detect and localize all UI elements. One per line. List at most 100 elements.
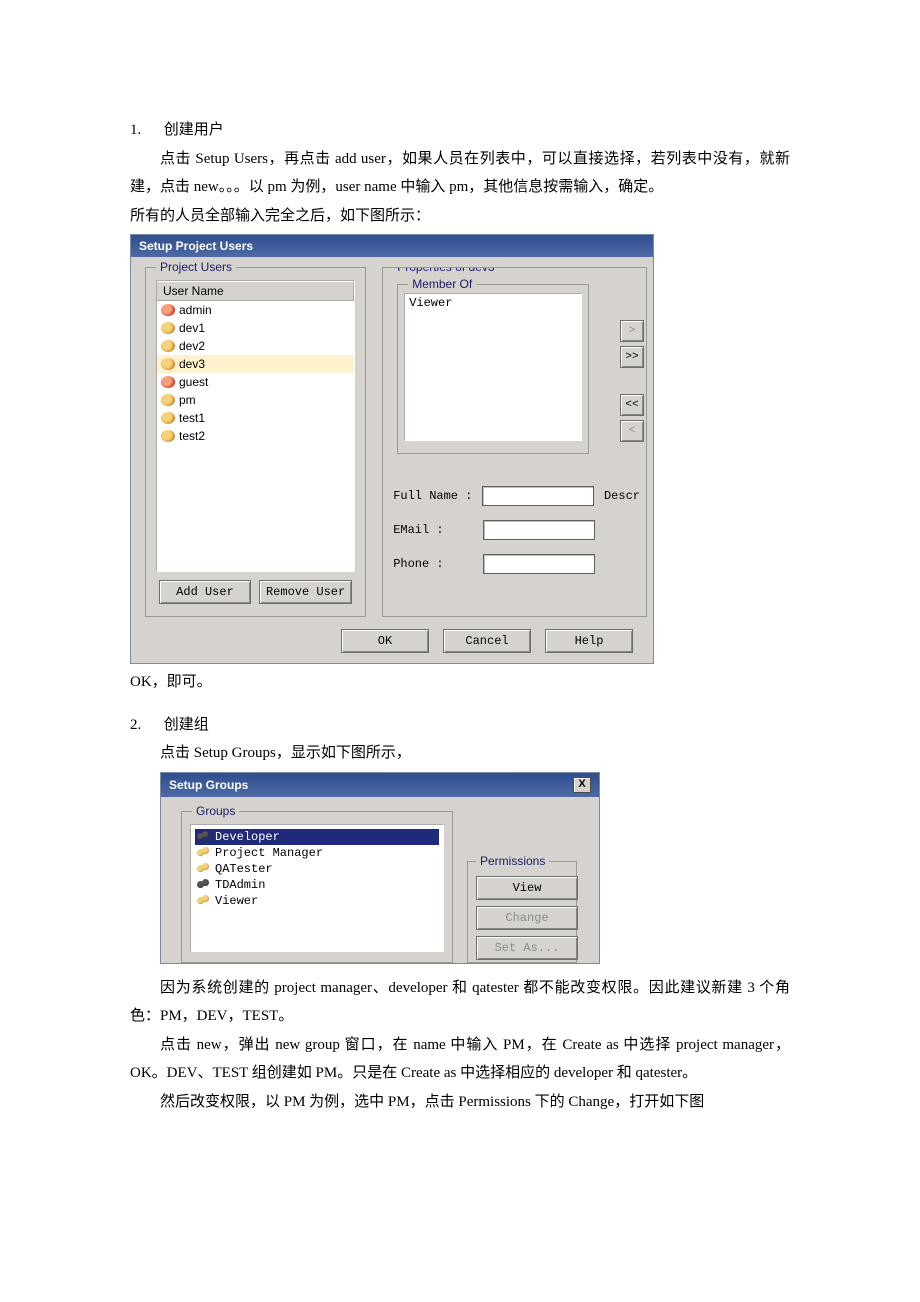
user-list-row[interactable]: admin [157,301,354,319]
group-icon [197,895,211,907]
fullname-row: Full Name : Descr [393,486,640,506]
user-name-label: dev2 [179,339,205,353]
user-name-label: dev3 [179,357,205,371]
project-users-legend: Project Users [156,260,236,274]
document-page: 1. 创建用户 点击 Setup Users，再点击 add user，如果人员… [0,0,920,1302]
user-list-row[interactable]: test2 [157,427,354,445]
phone-input[interactable] [483,554,595,574]
user-list-row[interactable]: dev2 [157,337,354,355]
phone-label: Phone : [393,557,479,571]
user-list[interactable]: User Name admin dev1 dev2 dev3 guest pm test1 t… [156,280,355,572]
remove-user-button[interactable]: Remove User [259,580,352,604]
email-label: EMail : [393,523,479,537]
group-name-label: Viewer [215,894,258,908]
section2-heading: 2. 创建组 [130,711,790,740]
user-list-row[interactable]: pm [157,391,354,409]
member-of-legend: Member Of [408,277,476,291]
user-icon [161,376,175,388]
dialog2-body: Groups Developer Project Manager QATeste… [161,797,599,963]
user-name-label: test2 [179,429,205,443]
group-icon [197,879,211,891]
section1-number: 1. [130,116,160,145]
properties-legend: Properties of dev3 [393,267,498,274]
cancel-button[interactable]: Cancel [443,629,531,653]
dialog1-body: Project Users User Name admin dev1 dev2 dev… [131,257,653,623]
dialog2-titlebar: Setup Groups X [161,773,599,797]
email-input[interactable] [483,520,595,540]
set-as-button[interactable]: Set As... [476,936,578,960]
user-name-label: admin [179,303,212,317]
after2-para3: 然后改变权限，以 PM 为例，选中 PM，点击 Permissions 下的 C… [130,1088,790,1117]
add-user-button[interactable]: Add User [159,580,251,604]
after-dialog1-text: OK，即可。 [130,668,790,697]
user-icon [161,340,175,352]
group-list-row[interactable]: QATester [195,861,439,877]
section1-para1: 点击 Setup Users，再点击 add user，如果人员在列表中，可以直… [130,145,790,202]
user-icon [161,394,175,406]
after2-para1: 因为系统创建的 project manager、developer 和 qate… [130,974,790,1031]
user-name-label: dev1 [179,321,205,335]
section2-number: 2. [130,711,160,740]
group-list-row[interactable]: Project Manager [195,845,439,861]
help-button[interactable]: Help [545,629,633,653]
group-list-row[interactable]: TDAdmin [195,877,439,893]
fullname-input[interactable] [482,486,594,506]
move-left-button[interactable]: < [620,420,644,442]
user-button-row: Add User Remove User [156,580,355,604]
fullname-label: Full Name : [393,489,478,503]
groups-list[interactable]: Developer Project Manager QATester TDAdm… [190,824,444,952]
section1-para2: 所有的人员全部输入完全之后，如下图所示： [130,202,790,231]
setup-groups-dialog: Setup Groups X Groups Developer Project … [160,772,600,964]
dialog2-title: Setup Groups [169,778,248,792]
move-right-button[interactable]: > [620,320,644,342]
group-icon [197,831,211,843]
transfer-buttons: > >> << < [620,320,644,442]
description-label: Descr [604,489,640,503]
setup-project-users-dialog: Setup Project Users Project Users User N… [130,234,654,664]
move-all-right-button[interactable]: >> [620,346,644,368]
user-list-header: User Name [157,281,354,301]
group-icon [197,863,211,875]
section2-title: 创建组 [164,717,209,733]
properties-fieldset: Properties of dev3 Member Of Viewer > >>… [382,267,647,617]
close-icon[interactable]: X [573,777,591,793]
email-row: EMail : [393,520,640,540]
group-name-label: Project Manager [215,846,323,860]
section1-title: 创建用户 [164,122,224,138]
user-name-label: test1 [179,411,205,425]
view-button[interactable]: View [476,876,578,900]
user-icon [161,322,175,334]
section1-heading: 1. 创建用户 [130,116,790,145]
change-button[interactable]: Change [476,906,578,930]
user-icon [161,304,175,316]
group-name-label: Developer [215,830,280,844]
group-name-label: TDAdmin [215,878,265,892]
after2-para2: 点击 new，弹出 new group 窗口，在 name 中输入 PM，在 C… [130,1031,790,1088]
group-list-row[interactable]: Viewer [195,893,439,909]
member-of-list[interactable]: Viewer [404,293,582,441]
user-list-row[interactable]: dev1 [157,319,354,337]
group-name-label: QATester [215,862,273,876]
user-name-label: guest [179,375,208,389]
user-icon [161,358,175,370]
user-list-rows: admin dev1 dev2 dev3 guest pm test1 test2 [157,301,354,445]
groups-legend: Groups [192,804,239,818]
permissions-legend: Permissions [476,854,549,868]
permissions-fieldset: Permissions View Change Set As... [467,861,577,963]
member-of-item[interactable]: Viewer [409,296,577,310]
groups-fieldset: Groups Developer Project Manager QATeste… [181,811,453,963]
user-list-row[interactable]: dev3 [157,355,354,373]
member-of-fieldset: Member Of Viewer [397,284,589,454]
user-list-row[interactable]: guest [157,373,354,391]
section2-para1: 点击 Setup Groups，显示如下图所示， [130,739,790,768]
ok-button[interactable]: OK [341,629,429,653]
group-icon [197,847,211,859]
user-icon [161,412,175,424]
dialog1-titlebar: Setup Project Users [131,235,653,257]
project-users-fieldset: Project Users User Name admindev1dev2dev… [145,267,366,617]
dialog1-footer: OK Cancel Help [131,623,653,663]
phone-row: Phone : [393,554,640,574]
user-list-row[interactable]: test1 [157,409,354,427]
move-all-left-button[interactable]: << [620,394,644,416]
group-list-row[interactable]: Developer [195,829,439,845]
